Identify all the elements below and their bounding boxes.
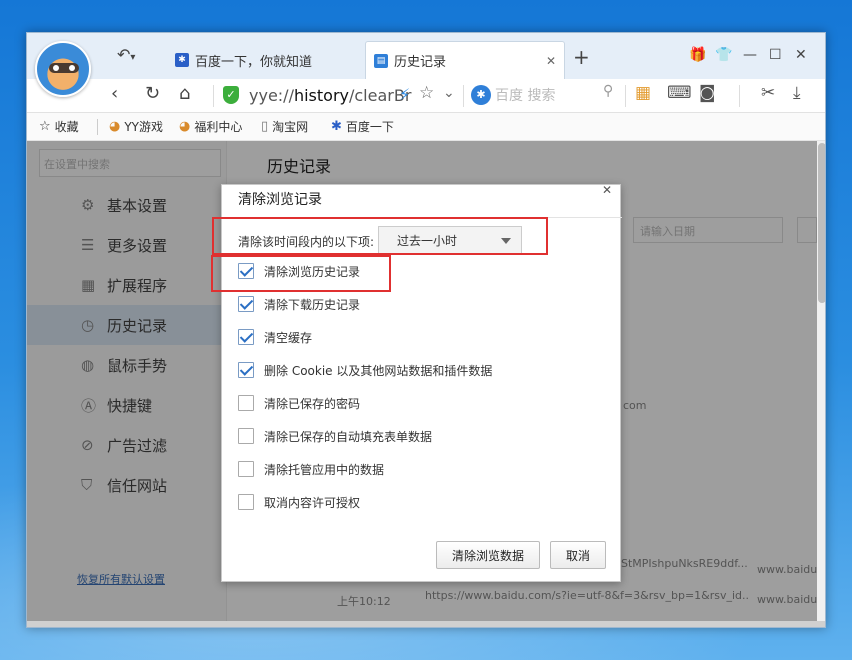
new-tab-button[interactable]: + [573, 45, 590, 69]
option-clear-hosted-app-data[interactable]: 清除托管应用中的数据 [238, 459, 384, 479]
home-button[interactable]: ⌂ [179, 83, 190, 104]
bookmark-welfare[interactable]: ◕ 福利中心 [179, 118, 242, 135]
checkbox[interactable] [238, 362, 254, 378]
document-icon: ▯ [261, 119, 269, 134]
tab-baidu[interactable]: ✱ 百度一下，你就知道 [167, 41, 357, 79]
scrollbar-thumb[interactable] [818, 143, 825, 303]
security-shield-icon: ✓ [223, 86, 239, 104]
checkbox[interactable] [238, 428, 254, 444]
bookmark-yy-games[interactable]: ◕ YY游戏 [109, 118, 163, 135]
baidu-paw-icon: ✱ [175, 53, 189, 67]
baidu-paw-icon: ✱ [331, 119, 342, 134]
apps-grid-icon[interactable]: ▦ [635, 83, 651, 103]
bookmark-star-icon[interactable]: ☆ [419, 83, 434, 103]
option-clear-cache[interactable]: 清空缓存 [238, 327, 312, 347]
search-placeholder: 百度 搜索 [495, 88, 556, 104]
tab-history[interactable]: ▤ 历史记录 ✕ [365, 41, 565, 79]
lightning-icon[interactable]: ⚡ [399, 85, 410, 104]
option-clear-downloads[interactable]: 清除下载历史记录 [238, 294, 360, 314]
divider [97, 119, 98, 135]
address-scheme: yye:// [249, 85, 294, 105]
close-window-button[interactable]: ✕ [795, 47, 807, 63]
dialog-title: 清除浏览记录 [238, 192, 322, 208]
raccoon-icon: ◕ [179, 119, 191, 134]
clear-data-button[interactable]: 清除浏览数据 [436, 541, 540, 569]
gift-icon[interactable]: 🎁 [689, 47, 706, 63]
undo-close-tab-button[interactable]: ↶▾ [117, 45, 153, 67]
option-clear-autofill[interactable]: 清除已保存的自动填充表单数据 [238, 426, 432, 446]
bookmark-baidu[interactable]: ✱ 百度一下 [331, 118, 394, 135]
document-icon: ▤ [374, 53, 388, 68]
divider [625, 85, 626, 107]
horizontal-scrollbar[interactable] [27, 621, 825, 627]
back-button[interactable]: ‹ [111, 83, 118, 104]
baidu-paw-icon: ✱ [471, 85, 491, 105]
highlight-box-time-range [212, 217, 548, 255]
gamepad-icon[interactable]: ⌨ [667, 83, 692, 103]
minimize-button[interactable]: — [743, 47, 757, 63]
reload-button[interactable]: ↻ [145, 83, 160, 104]
checkbox[interactable] [238, 296, 254, 312]
address-host: history [293, 85, 349, 105]
search-icon[interactable]: ⚲ [603, 83, 613, 99]
cancel-button[interactable]: 取消 [550, 541, 606, 569]
checkbox[interactable] [238, 329, 254, 345]
chevron-down-icon[interactable]: ⌄ [443, 85, 455, 101]
raccoon-icon: ◕ [109, 119, 121, 134]
divider [213, 85, 214, 107]
highlight-box-history-option [211, 255, 391, 292]
option-clear-passwords[interactable]: 清除已保存的密码 [238, 393, 360, 413]
scissors-icon[interactable]: ✂ [761, 83, 775, 103]
close-icon[interactable]: ✕ [546, 54, 556, 68]
checkbox[interactable] [238, 395, 254, 411]
tab-label: 百度一下，你就知道 [195, 54, 313, 70]
skin-shirt-icon[interactable]: 👕 [715, 47, 732, 63]
option-delete-cookies[interactable]: 删除 Cookie 以及其他网站数据和插件数据 [238, 360, 492, 380]
checkbox[interactable] [238, 461, 254, 477]
divider [463, 85, 464, 107]
tab-label: 历史记录 [394, 55, 447, 70]
bookmark-taobao[interactable]: ▯ 淘宝网 [261, 118, 308, 135]
divider [739, 85, 740, 107]
search-box[interactable]: ✱ 百度 搜索 [471, 81, 621, 109]
yy-tv-icon[interactable]: ◙ [699, 83, 716, 103]
star-icon: ☆ [39, 119, 51, 134]
maximize-button[interactable]: ☐ [769, 47, 782, 63]
checkbox[interactable] [238, 494, 254, 510]
close-icon[interactable]: ✕ [602, 183, 612, 197]
download-icon[interactable]: ⤓ [793, 83, 801, 103]
user-avatar[interactable] [35, 41, 91, 97]
option-revoke-content-licenses[interactable]: 取消内容许可授权 [238, 492, 360, 512]
bookmark-favorites[interactable]: ☆ 收藏 [39, 118, 79, 135]
